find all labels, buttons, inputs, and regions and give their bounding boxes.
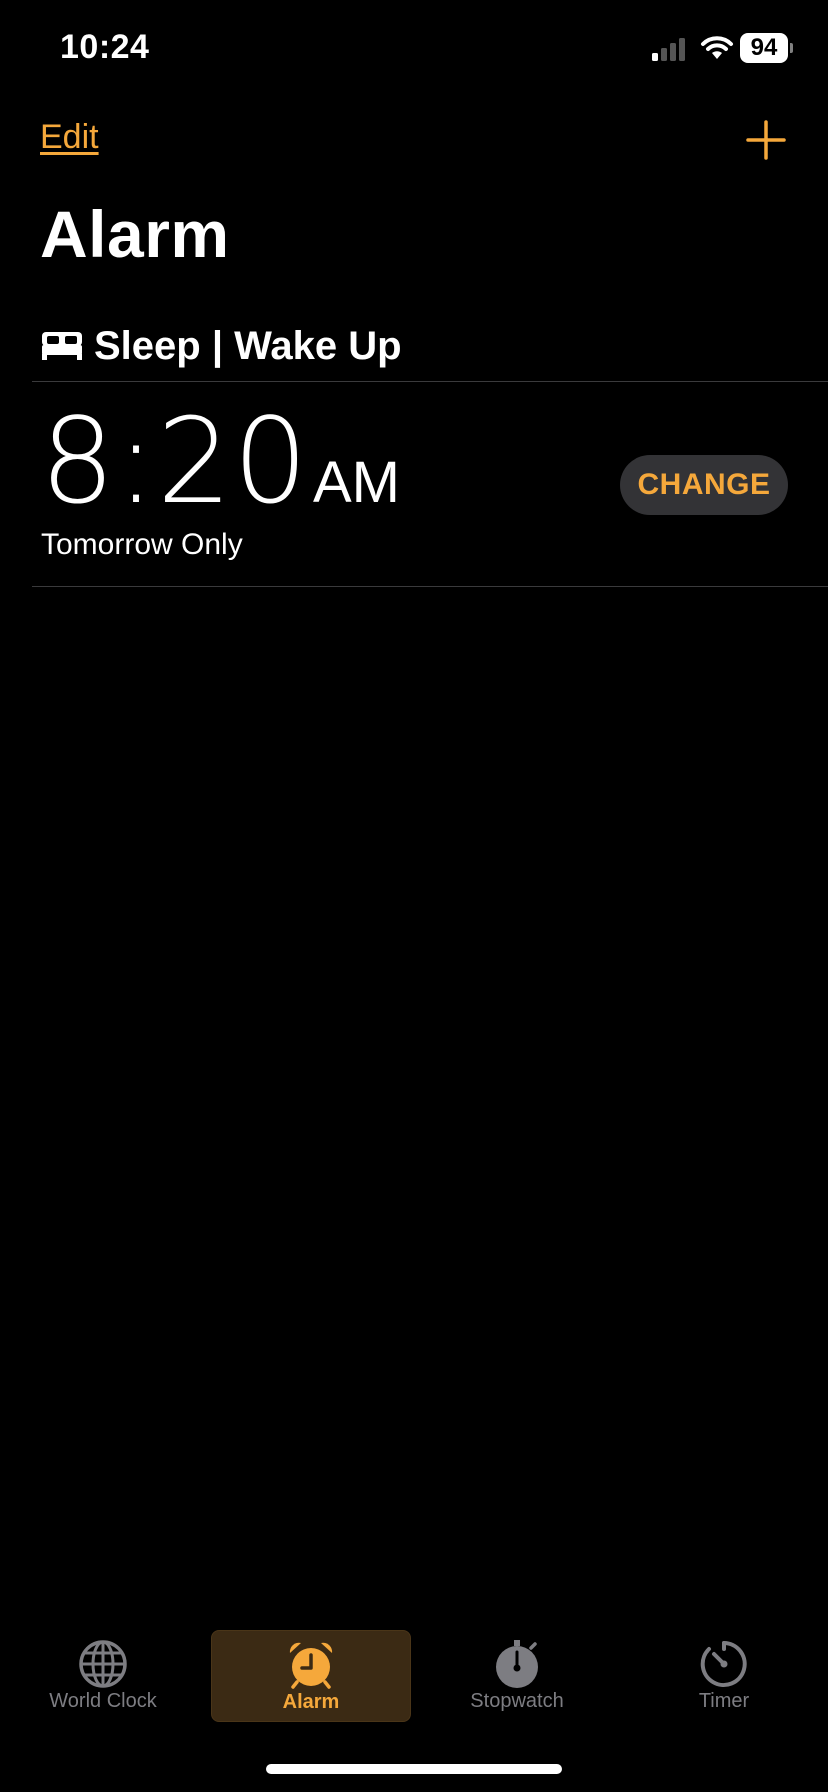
tab-world-clock[interactable]: World Clock	[4, 1630, 202, 1720]
stopwatch-icon	[496, 1640, 538, 1688]
alarm-row[interactable]: 8:20 AM Tomorrow Only CHANGE	[32, 382, 828, 586]
tab-bar: World Clock Alarm Stopwatch Timer	[0, 1620, 828, 1730]
cellular-signal-icon	[652, 38, 685, 61]
section-title: Sleep | Wake Up	[94, 323, 402, 368]
battery-level: 94	[740, 33, 788, 63]
alarm-time: 8:20 AM	[40, 402, 400, 520]
page-title: Alarm	[40, 197, 230, 271]
plus-icon[interactable]	[744, 118, 788, 162]
tab-alarm[interactable]: Alarm	[211, 1630, 411, 1722]
status-time: 10:24	[60, 28, 150, 66]
globe-icon	[79, 1640, 127, 1688]
divider	[32, 586, 828, 587]
alarm-time-period: AM	[312, 450, 400, 515]
tab-label: World Clock	[49, 1690, 157, 1712]
tab-stopwatch[interactable]: Stopwatch	[418, 1630, 616, 1720]
edit-button[interactable]: Edit	[40, 118, 99, 157]
status-bar: 10:24 94	[0, 0, 828, 100]
tab-label: Alarm	[282, 1691, 340, 1713]
home-indicator[interactable]	[266, 1764, 562, 1774]
alarm-clock-icon	[289, 1642, 333, 1689]
tab-timer[interactable]: Timer	[625, 1630, 823, 1720]
battery-indicator: 94	[740, 33, 793, 63]
tab-label: Timer	[698, 1690, 750, 1712]
change-button[interactable]: CHANGE	[620, 455, 788, 515]
timer-icon	[700, 1641, 747, 1687]
alarm-time-digits: 8:20	[40, 392, 309, 530]
sleep-section-header: Sleep | Wake Up	[40, 318, 402, 374]
wifi-icon	[701, 36, 733, 59]
tab-label: Stopwatch	[470, 1690, 564, 1712]
alarm-repeat-label: Tomorrow Only	[41, 528, 243, 561]
bed-icon	[42, 332, 82, 360]
